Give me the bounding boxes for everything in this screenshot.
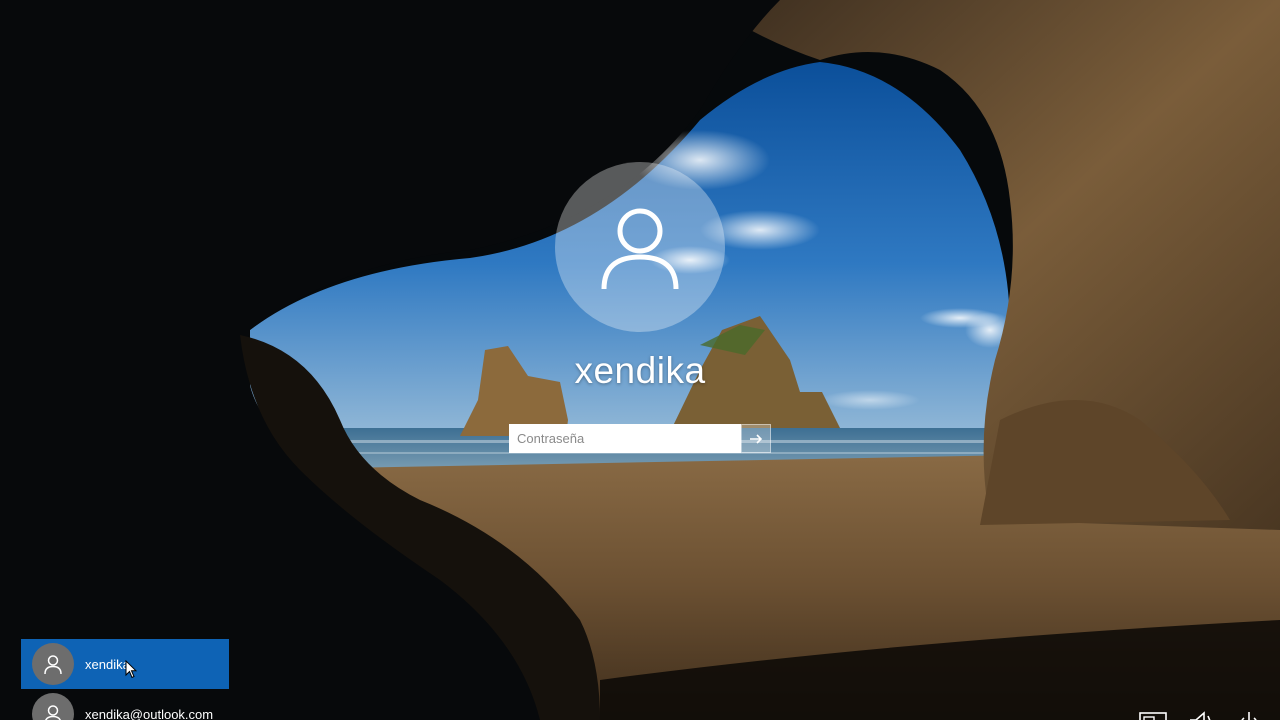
network-icon[interactable] <box>1138 706 1168 720</box>
power-icon[interactable] <box>1234 706 1264 720</box>
user-item-label: xendika@outlook.com <box>85 706 214 720</box>
password-form <box>509 424 771 453</box>
submit-button[interactable] <box>741 424 771 453</box>
user-icon <box>601 208 679 290</box>
lock-screen: xendika xendika xendika@outlook.com <box>0 0 1280 720</box>
password-input[interactable] <box>509 424 741 453</box>
accessibility-icon[interactable] <box>1186 706 1216 720</box>
system-tray <box>1138 706 1264 720</box>
user-icon <box>44 655 62 675</box>
user-item-outlook[interactable]: xendika@outlook.com <box>21 689 229 720</box>
user-avatar <box>32 643 74 685</box>
user-avatar <box>32 693 74 720</box>
arrow-right-icon <box>750 433 763 444</box>
user-icon <box>45 705 61 720</box>
user-item-label: xendika <box>85 656 130 672</box>
user-switcher: xendika xendika@outlook.com <box>21 639 229 720</box>
user-avatar-large <box>555 162 725 332</box>
user-name: xendika <box>574 350 706 391</box>
mouse-cursor-icon <box>125 660 137 679</box>
